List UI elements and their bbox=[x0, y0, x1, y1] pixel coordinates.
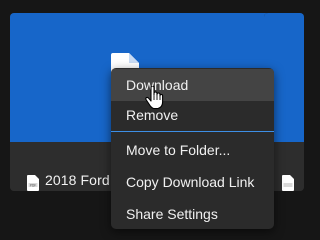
svg-text:PDF: PDF bbox=[30, 183, 36, 187]
file-name: 2018 Ford bbox=[45, 172, 110, 188]
file-grid: PDF 2018 Ford Download Remove Move to Fo… bbox=[0, 0, 304, 240]
remove-menu-item[interactable]: Remove bbox=[111, 99, 274, 131]
download-menu-item[interactable]: Download bbox=[111, 69, 274, 101]
context-menu: Download Remove Move to Folder... Copy D… bbox=[111, 68, 274, 229]
hand-pointer-icon bbox=[145, 86, 164, 110]
pdf-file-icon: PDF bbox=[27, 175, 39, 191]
move-to-folder-menu-item[interactable]: Move to Folder... bbox=[111, 134, 274, 166]
share-settings-menu-item[interactable]: Share Settings bbox=[111, 198, 274, 229]
pdf-file-icon bbox=[282, 175, 294, 191]
menu-divider bbox=[111, 131, 274, 132]
copy-download-link-menu-item[interactable]: Copy Download Link bbox=[111, 166, 274, 198]
